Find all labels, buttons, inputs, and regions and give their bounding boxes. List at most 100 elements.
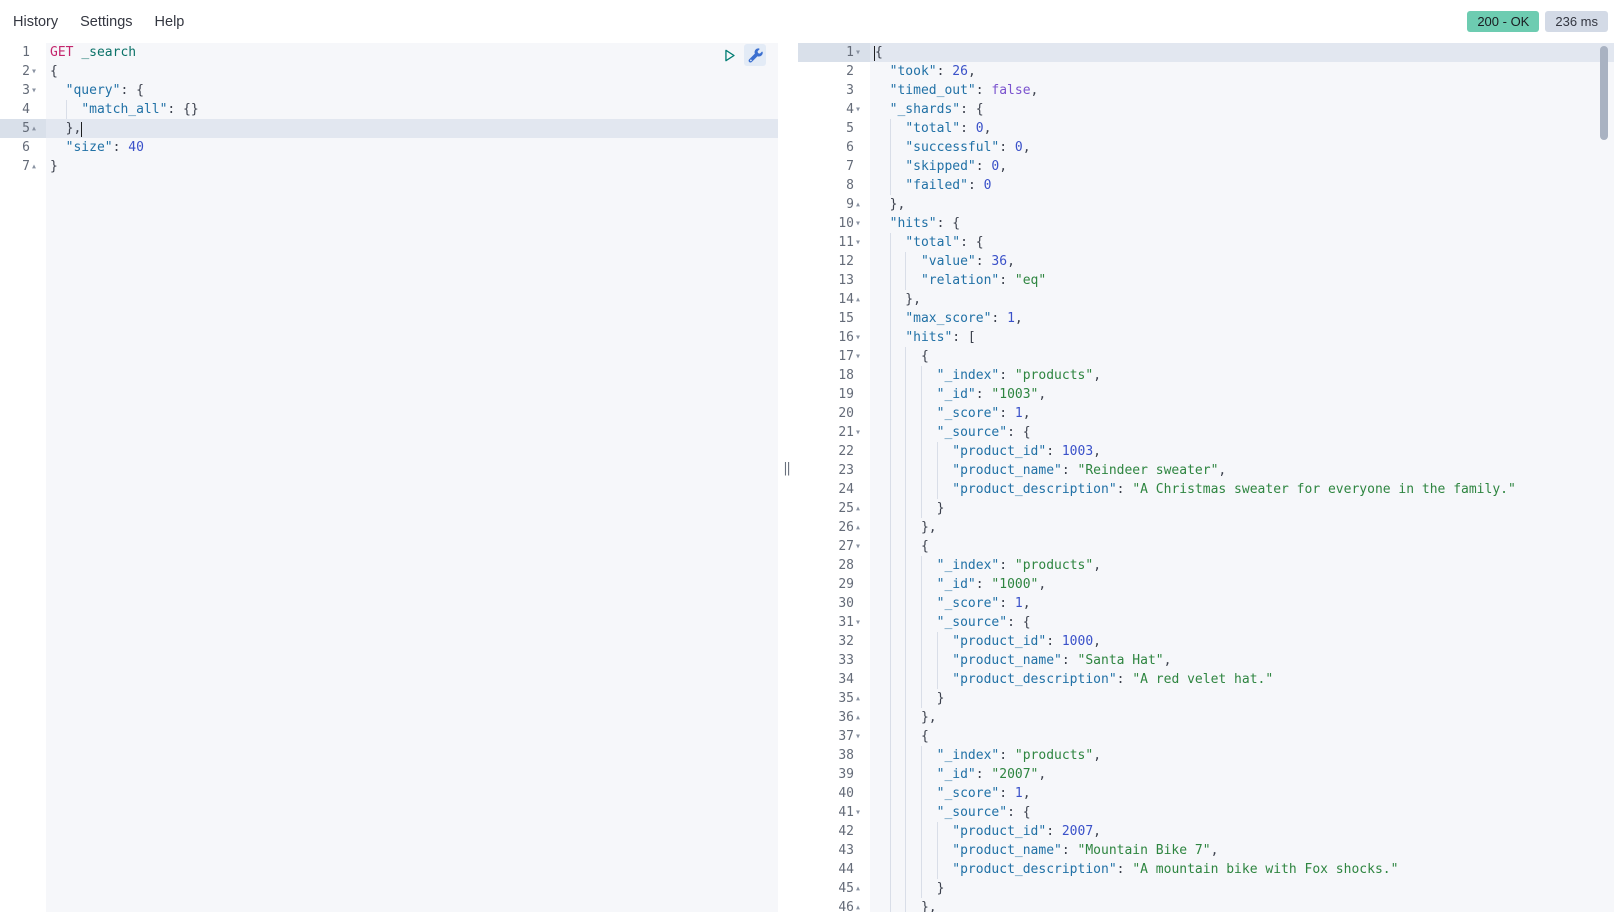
menu-item-settings[interactable]: Settings	[80, 14, 132, 30]
scrollbar-thumb[interactable]	[1600, 46, 1608, 140]
fold-open-icon[interactable]: ▾	[30, 62, 44, 81]
code-line[interactable]: 13 "relation": "eq"	[798, 271, 1614, 290]
fold-open-icon[interactable]: ▾	[30, 81, 44, 100]
code-line[interactable]: 11 ▾ "total": {	[798, 233, 1614, 252]
code-line[interactable]: 33 "product_name": "Santa Hat",	[798, 651, 1614, 670]
code-line[interactable]: 44 "product_description": "A mountain bi…	[798, 860, 1614, 879]
code-line[interactable]: 21 ▾ "_source": {	[798, 423, 1614, 442]
code-line[interactable]: 38 "_index": "products",	[798, 746, 1614, 765]
fold-open-icon[interactable]: ▾	[854, 347, 868, 366]
code-line[interactable]: 24 "product_description": "A Christmas s…	[798, 480, 1614, 499]
code-line[interactable]: 42 "product_id": 2007,	[798, 822, 1614, 841]
code-line[interactable]: 39 "_id": "2007",	[798, 765, 1614, 784]
fold-open-icon[interactable]: ▾	[854, 727, 868, 746]
code-line[interactable]: 2 ▾ {	[0, 62, 778, 81]
request-editor[interactable]: 1 GET _search 2 ▾{3 ▾ "query": {4 "match_all…	[0, 43, 778, 912]
code-line[interactable]: 7 ▴}	[0, 157, 778, 176]
code-token: :	[999, 406, 1015, 421]
code-line[interactable]: 26 ▴ },	[798, 518, 1614, 537]
code-line[interactable]: 43 "product_name": "Mountain Bike 7",	[798, 841, 1614, 860]
fold-open-icon[interactable]: ▾	[854, 100, 868, 119]
fold-close-icon[interactable]: ▴	[854, 499, 868, 518]
code-line[interactable]: 18 "_index": "products",	[798, 366, 1614, 385]
code-line[interactable]: 30 "_score": 1,	[798, 594, 1614, 613]
fold-open-icon[interactable]: ▾	[854, 328, 868, 347]
fold-open-icon[interactable]: ▾	[854, 803, 868, 822]
code-line[interactable]: 36 ▴ },	[798, 708, 1614, 727]
code-line[interactable]: 40 "_score": 1,	[798, 784, 1614, 803]
code-line[interactable]: 35 ▴ }	[798, 689, 1614, 708]
code-line[interactable]: 5 "total": 0,	[798, 119, 1614, 138]
code-line[interactable]: 4 ▾ "_shards": {	[798, 100, 1614, 119]
code-line[interactable]: 20 "_score": 1,	[798, 404, 1614, 423]
indent-guide	[905, 366, 907, 385]
fold-close-icon[interactable]: ▴	[854, 708, 868, 727]
code-line[interactable]: 6 "size": 40	[0, 138, 778, 157]
code-token: :	[1061, 843, 1078, 858]
code-line[interactable]: 28 "_index": "products",	[798, 556, 1614, 575]
fold-close-icon[interactable]: ▴	[854, 290, 868, 309]
code-line[interactable]: 1 ▾ {	[798, 43, 1614, 62]
fold-close-icon[interactable]: ▴	[854, 518, 868, 537]
code-line[interactable]: 5 ▴ },	[0, 119, 778, 138]
code-line[interactable]: 6 "successful": 0,	[798, 138, 1614, 157]
code-line[interactable]: 8 "failed": 0	[798, 176, 1614, 195]
fold-open-icon[interactable]: ▾	[854, 613, 868, 632]
code-line[interactable]: 3 "timed_out": false,	[798, 81, 1614, 100]
code-line[interactable]: 25 ▴ }	[798, 499, 1614, 518]
fold-close-icon[interactable]: ▴	[30, 157, 44, 176]
fold-close-icon[interactable]: ▴	[854, 898, 868, 912]
code-token: :	[999, 140, 1015, 155]
fold-open-icon[interactable]: ▾	[854, 43, 868, 62]
code-line[interactable]: 9 ▴ },	[798, 195, 1614, 214]
menu-item-help[interactable]: Help	[155, 14, 185, 30]
line-gutter: 9 ▴	[798, 195, 870, 214]
code-line[interactable]: 32 "product_id": 1000,	[798, 632, 1614, 651]
code-line[interactable]: 1 GET _search	[0, 43, 778, 62]
line-number: 36	[838, 710, 854, 725]
response-editor[interactable]: 1 ▾{2 "took": 26, 3 "timed_out": false, 4 ▾ …	[798, 43, 1614, 912]
code-token: "_index"	[936, 368, 1000, 383]
fold-close-icon[interactable]: ▴	[854, 879, 868, 898]
code-line[interactable]: 27 ▾ {	[798, 537, 1614, 556]
line-number: 3	[22, 83, 30, 98]
code-line[interactable]: 45 ▴ }	[798, 879, 1614, 898]
code-line[interactable]: 22 "product_id": 1003,	[798, 442, 1614, 461]
code-line[interactable]: 4 "match_all": {}	[0, 100, 778, 119]
send-request-button[interactable]	[719, 45, 739, 65]
fold-close-icon[interactable]: ▴	[854, 195, 868, 214]
line-number: 18	[838, 368, 854, 383]
code-line[interactable]: 46 ▴ },	[798, 898, 1614, 912]
code-line[interactable]: 17 ▾ {	[798, 347, 1614, 366]
code-line[interactable]: 2 "took": 26,	[798, 62, 1614, 81]
code-line[interactable]: 12 "value": 36,	[798, 252, 1614, 271]
fold-close-icon[interactable]: ▴	[854, 689, 868, 708]
code-line[interactable]: 10 ▾ "hits": {	[798, 214, 1614, 233]
code-line[interactable]: 15 "max_score": 1,	[798, 309, 1614, 328]
line-gutter: 3 ▾	[0, 81, 46, 100]
code-line[interactable]: 14 ▴ },	[798, 290, 1614, 309]
fold-open-icon[interactable]: ▾	[854, 233, 868, 252]
code-line[interactable]: 3 ▾ "query": {	[0, 81, 778, 100]
code-line[interactable]: 31 ▾ "_source": {	[798, 613, 1614, 632]
line-gutter: 16 ▾	[798, 328, 870, 347]
fold-open-icon[interactable]: ▾	[854, 423, 868, 442]
menu-item-history[interactable]: History	[13, 14, 58, 30]
indent-guide	[905, 632, 907, 651]
code-line[interactable]: 41 ▾ "_source": {	[798, 803, 1614, 822]
code-line[interactable]: 7 "skipped": 0,	[798, 157, 1614, 176]
code-text: "skipped": 0,	[870, 157, 1614, 176]
fold-open-icon[interactable]: ▾	[854, 537, 868, 556]
code-line[interactable]: 23 "product_name": "Reindeer sweater",	[798, 461, 1614, 480]
code-line[interactable]: 29 "_id": "1000",	[798, 575, 1614, 594]
code-line[interactable]: 19 "_id": "1003",	[798, 385, 1614, 404]
code-line[interactable]: 34 "product_description": "A red velet h…	[798, 670, 1614, 689]
code-line[interactable]: 16 ▾ "hits": [	[798, 328, 1614, 347]
code-line[interactable]: 37 ▾ {	[798, 727, 1614, 746]
panel-resize-handle[interactable]: ‖	[776, 458, 798, 478]
indent-guide	[905, 784, 907, 803]
fold-open-icon[interactable]: ▾	[854, 214, 868, 233]
request-options-button[interactable]	[744, 44, 766, 66]
code-token: :	[975, 83, 992, 98]
fold-close-icon[interactable]: ▴	[30, 119, 44, 138]
